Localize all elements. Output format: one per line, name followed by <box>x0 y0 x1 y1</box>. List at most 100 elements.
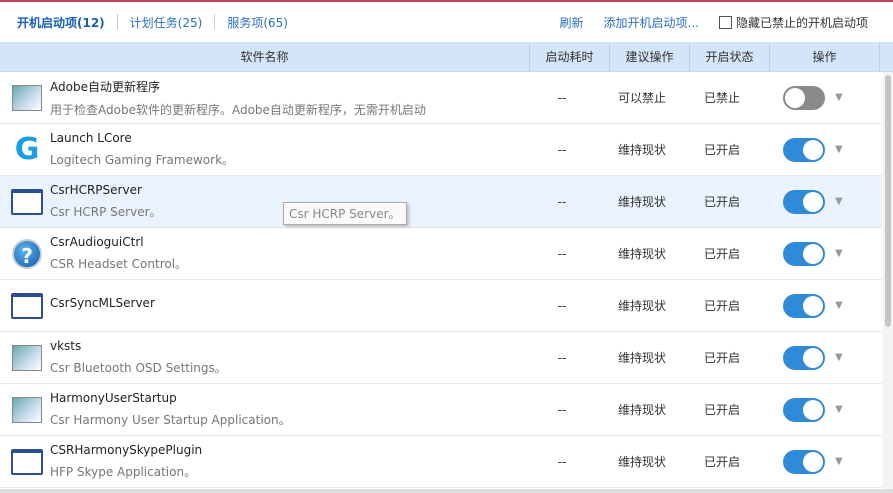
chevron-down-icon[interactable]: ▼ <box>835 248 843 259</box>
suggest-cell: 维持现状 <box>617 351 666 365</box>
item-desc: HFP Skype Application。 <box>50 465 197 479</box>
toolbar: 刷新 添加开机启动项... 隐藏已禁止的开机启动项 <box>540 12 868 32</box>
divider <box>116 14 118 30</box>
tab-scheduled-tasks[interactable]: 计划任务(25) <box>130 14 203 31</box>
status-cell: 已开启 <box>703 455 740 469</box>
status-cell: 已禁止 <box>703 91 740 105</box>
checkbox-icon[interactable] <box>718 15 732 29</box>
suggest-cell: 维持现状 <box>617 299 666 313</box>
tab-services[interactable]: 服务项(65) <box>227 14 288 31</box>
table-row[interactable]: G Launch LCore Logitech Gaming Framework。… <box>0 124 882 176</box>
chevron-down-icon[interactable]: ▼ <box>835 352 843 363</box>
item-title: CsrSyncMLServer <box>50 295 155 310</box>
chevron-down-icon[interactable]: ▼ <box>835 300 843 311</box>
hide-disabled-label: 隐藏已禁止的开机启动项 <box>735 15 868 30</box>
time-cell: -- <box>557 246 567 261</box>
status-cell: 已开启 <box>703 351 740 365</box>
enable-toggle[interactable] <box>783 449 825 474</box>
col-time[interactable]: 启动耗时 <box>530 42 610 71</box>
chevron-down-icon[interactable]: ▼ <box>835 196 843 207</box>
table-row[interactable]: HarmonyUserStartup Csr Harmony User Start… <box>0 384 882 436</box>
app-icon <box>11 396 43 424</box>
item-title: vksts <box>50 339 82 353</box>
item-desc: 用于检查Adobe软件的更新程序。Adobe自动更新程序，无需开机启动 <box>50 102 426 117</box>
col-status[interactable]: 开启状态 <box>690 42 770 71</box>
table-row[interactable]: vksts Csr Bluetooth OSD Settings。 -- 维持现状… <box>0 332 882 384</box>
time-cell: -- <box>557 90 567 105</box>
name-cell: CsrAudioguiCtrl CSR Headset Control。 <box>50 235 530 272</box>
app-icon <box>11 84 43 112</box>
item-title: Adobe自动更新程序 <box>50 79 160 94</box>
col-op[interactable]: 操作 <box>770 42 880 71</box>
item-title: Launch LCore <box>50 131 132 145</box>
table-row[interactable]: Adobe自动更新程序用于检查Adobe软件的更新程序。Adobe自动更新程序，… <box>0 72 882 124</box>
time-cell: -- <box>557 402 567 417</box>
time-cell: -- <box>557 194 567 209</box>
chevron-down-icon[interactable]: ▼ <box>835 92 843 103</box>
item-desc: Csr Harmony User Startup Application。 <box>50 413 291 427</box>
hide-disabled-checkbox[interactable]: 隐藏已禁止的开机启动项 <box>718 14 868 31</box>
item-desc: Csr Bluetooth OSD Settings。 <box>50 361 227 375</box>
name-cell: Launch LCore Logitech Gaming Framework。 <box>50 131 530 168</box>
status-cell: 已开启 <box>703 247 740 261</box>
startup-list: Adobe自动更新程序用于检查Adobe软件的更新程序。Adobe自动更新程序，… <box>0 72 882 488</box>
enable-toggle[interactable] <box>783 241 825 266</box>
chevron-down-icon[interactable]: ▼ <box>835 456 843 467</box>
col-name[interactable]: 软件名称 <box>0 42 530 71</box>
window-icon <box>11 292 43 320</box>
time-cell: -- <box>557 298 567 313</box>
suggest-cell: 维持现状 <box>617 143 666 157</box>
time-cell: -- <box>557 142 567 157</box>
tab-startup[interactable]: 开机启动项(12) <box>17 14 105 31</box>
enable-toggle[interactable] <box>783 397 825 422</box>
suggest-cell: 维持现状 <box>617 403 666 417</box>
table-row[interactable]: ? CsrAudioguiCtrl CSR Headset Control。 --… <box>0 228 882 280</box>
scrollbar[interactable] <box>883 72 893 493</box>
name-cell: Adobe自动更新程序用于检查Adobe软件的更新程序。Adobe自动更新程序，… <box>50 78 530 118</box>
enable-toggle[interactable] <box>783 293 825 318</box>
item-title: HarmonyUserStartup <box>50 391 177 405</box>
tooltip: Csr HCRP Server。 <box>283 202 407 225</box>
enable-toggle[interactable] <box>783 137 825 162</box>
logitech-icon: G <box>14 132 40 167</box>
suggest-cell: 维持现状 <box>617 455 666 469</box>
name-cell: CsrSyncMLServer <box>50 296 530 316</box>
name-cell: vksts Csr Bluetooth OSD Settings。 <box>50 339 530 376</box>
divider <box>214 14 216 30</box>
suggest-cell: 可以禁止 <box>617 91 666 105</box>
status-cell: 已开启 <box>703 143 740 157</box>
item-desc: Logitech Gaming Framework。 <box>50 153 235 167</box>
enable-toggle[interactable] <box>783 345 825 370</box>
table-header: 软件名称 启动耗时 建议操作 开启状态 操作 <box>0 42 893 72</box>
chevron-down-icon[interactable]: ▼ <box>835 144 843 155</box>
tab-bar: 开机启动项(12) 计划任务(25) 服务项(65) <box>17 12 288 32</box>
col-suggest[interactable]: 建议操作 <box>610 42 690 71</box>
chevron-down-icon[interactable]: ▼ <box>835 404 843 415</box>
status-cell: 已开启 <box>703 299 740 313</box>
bottom-strip <box>0 489 893 493</box>
name-cell: HarmonyUserStartup Csr Harmony User Start… <box>50 391 530 428</box>
table-row[interactable]: CSRHarmonySkypePlugin HFP Skype Applicati… <box>0 436 882 488</box>
table-row[interactable]: CsrHCRPServer Csr HCRP Server。 -- 维持现状 已开… <box>0 176 882 228</box>
table-row[interactable]: CsrSyncMLServer -- 维持现状 已开启 ▼ <box>0 280 882 332</box>
refresh-link[interactable]: 刷新 <box>560 14 584 31</box>
app-icon <box>11 344 43 372</box>
add-startup-link[interactable]: 添加开机启动项... <box>604 14 699 31</box>
window-icon <box>11 448 43 476</box>
scrollbar-thumb[interactable] <box>885 75 891 327</box>
status-cell: 已开启 <box>703 195 740 209</box>
item-desc: CSR Headset Control。 <box>50 257 188 271</box>
enable-toggle[interactable] <box>783 189 825 214</box>
item-title: CSRHarmonySkypePlugin <box>50 443 203 457</box>
time-cell: -- <box>557 350 567 365</box>
time-cell: -- <box>557 454 567 469</box>
suggest-cell: 维持现状 <box>617 247 666 261</box>
status-cell: 已开启 <box>703 403 740 417</box>
enable-toggle[interactable] <box>783 85 825 110</box>
item-title: CsrHCRPServer <box>50 183 142 197</box>
suggest-cell: 维持现状 <box>617 195 666 209</box>
name-cell: CSRHarmonySkypePlugin HFP Skype Applicati… <box>50 443 530 480</box>
top-border <box>0 0 893 2</box>
help-icon: ? <box>11 238 43 269</box>
item-title: CsrAudioguiCtrl <box>50 235 144 249</box>
